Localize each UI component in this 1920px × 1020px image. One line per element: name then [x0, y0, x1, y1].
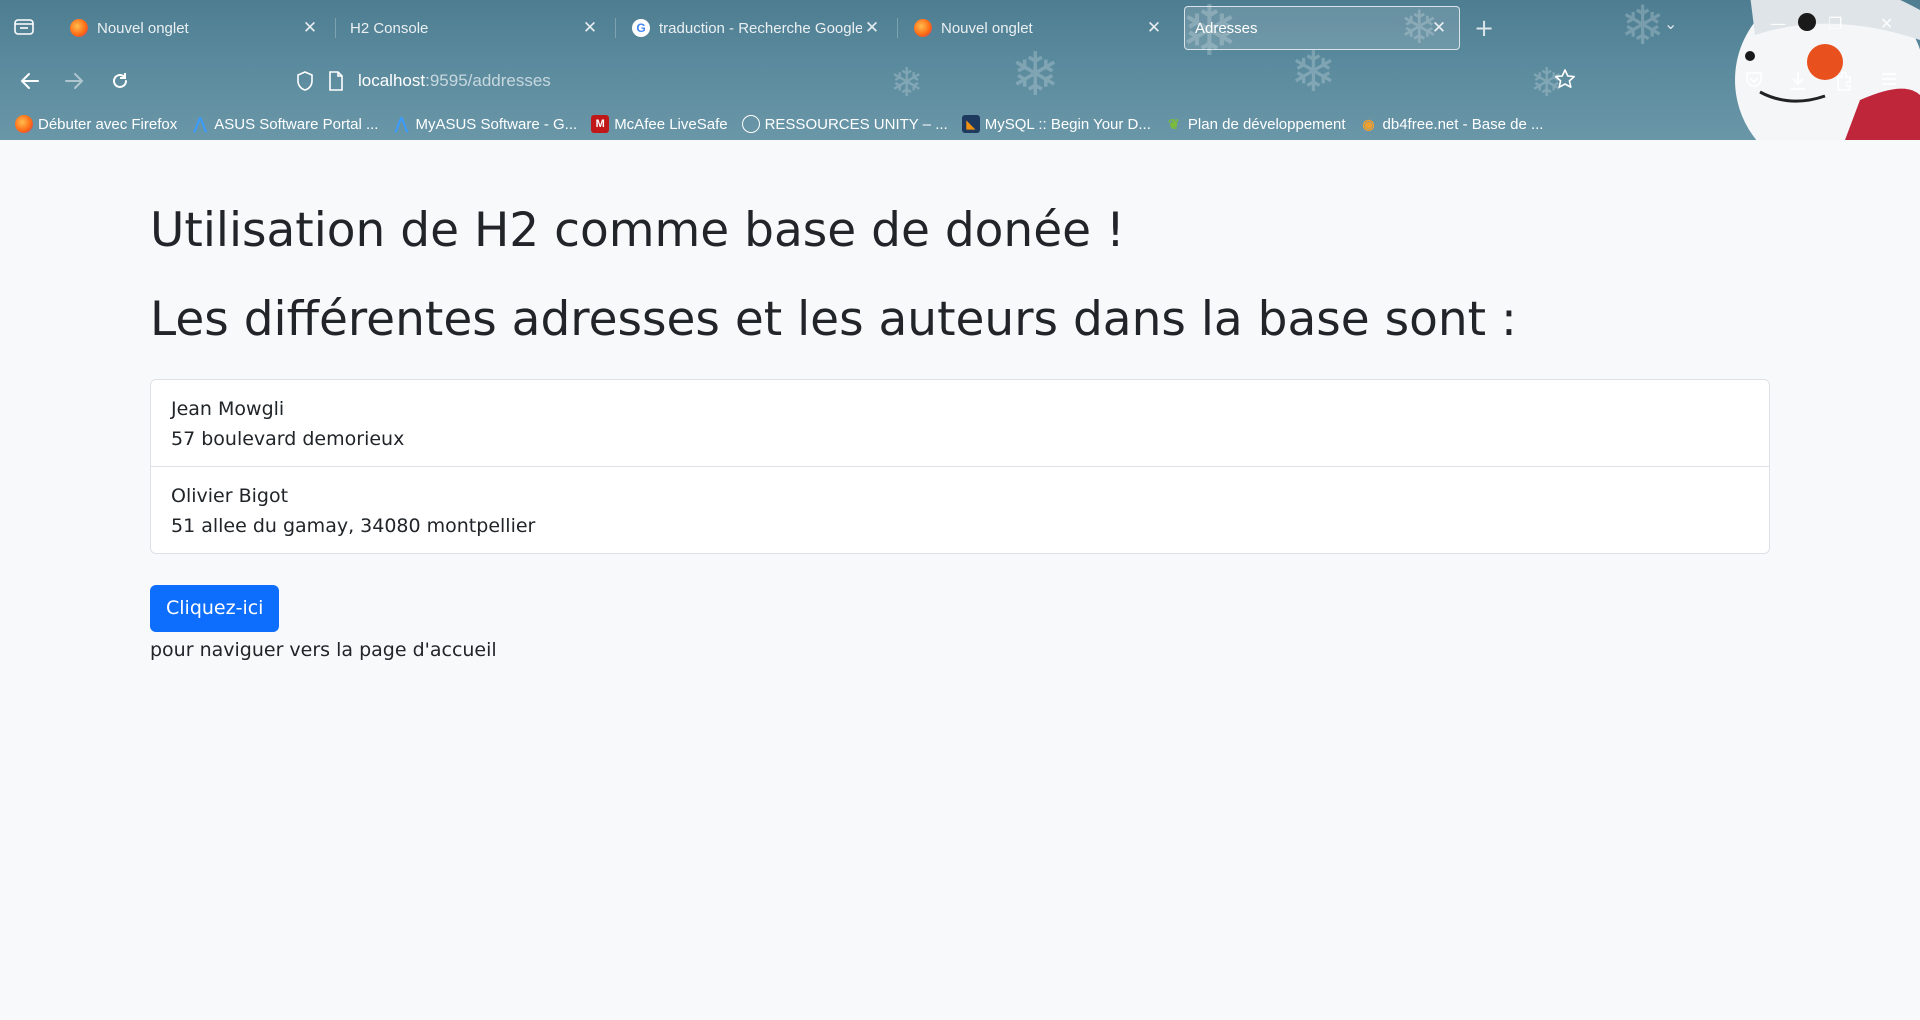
bookmark-label: ASUS Software Portal ... — [214, 115, 379, 133]
firefox-icon — [70, 19, 88, 37]
tab-strip: Nouvel onglet ✕ H2 Console ✕ G traductio… — [0, 0, 1920, 54]
bookmarks-toolbar: Débuter avec Firefox ⋀ ASUS Software Por… — [0, 110, 1920, 138]
tab-separator — [897, 18, 898, 38]
tab-nouvel-onglet-2[interactable]: Nouvel onglet ✕ — [904, 6, 1174, 50]
close-icon[interactable]: ✕ — [300, 18, 320, 38]
close-icon[interactable]: ✕ — [1429, 18, 1449, 38]
bookmark-ressources-unity[interactable]: RESSOURCES UNITY – ... — [741, 115, 948, 133]
author-name: Olivier Bigot — [171, 484, 289, 507]
chevron-down-icon[interactable]: ⌄ — [1664, 14, 1677, 33]
url-bar[interactable]: localhost:9595/addresses — [296, 64, 551, 98]
page-subtitle: Les différentes adresses et les auteurs … — [150, 292, 1517, 348]
bookmark-mysql[interactable]: ◣ MySQL :: Begin Your D... — [961, 115, 1151, 133]
tab-separator — [615, 18, 616, 38]
mysql-icon: ◣ — [961, 115, 980, 133]
bookmark-debuter-firefox[interactable]: Débuter avec Firefox — [15, 115, 177, 133]
bookmark-label: MyASUS Software - G... — [415, 115, 578, 133]
author-address: 51 allee du gamay, 34080 montpellier — [171, 514, 536, 537]
bookmark-label: db4free.net - Base de ... — [1382, 115, 1544, 133]
navigation-note: pour naviguer vers la page d'accueil — [150, 638, 497, 661]
pocket-icon[interactable] — [1744, 70, 1764, 94]
tab-title: traduction - Recherche Google — [659, 19, 862, 37]
asus-icon: ⋀ — [193, 116, 207, 133]
tab-title: Nouvel onglet — [97, 19, 189, 37]
tab-traduction[interactable]: G traduction - Recherche Google ✕ — [622, 6, 892, 50]
close-icon[interactable]: ✕ — [862, 18, 882, 38]
author-address: 57 boulevard demorieux — [171, 427, 405, 450]
firefox-icon — [15, 115, 33, 133]
page-icon — [328, 71, 344, 91]
reload-button[interactable] — [104, 66, 136, 96]
firefox-icon — [914, 19, 932, 37]
close-icon[interactable]: ✕ — [1144, 18, 1164, 38]
tab-adresses[interactable]: Adresses ✕ — [1184, 6, 1460, 50]
tab-nouvel-onglet-1[interactable]: Nouvel onglet ✕ — [60, 6, 330, 50]
address-list: Jean Mowgli 57 boulevard demorieux Olivi… — [150, 378, 1770, 554]
bookmark-label: MySQL :: Begin Your D... — [984, 115, 1151, 133]
tab-h2-console[interactable]: H2 Console ✕ — [340, 6, 610, 50]
author-name: Jean Mowgli — [171, 397, 285, 420]
mcafee-icon: M — [591, 115, 610, 133]
list-item: Olivier Bigot 51 allee du gamay, 34080 m… — [151, 465, 1769, 553]
bookmark-mcafee[interactable]: M McAfee LiveSafe — [591, 115, 728, 133]
shield-icon[interactable] — [296, 71, 314, 91]
arrow-right-icon — [65, 73, 84, 89]
bookmark-myasus[interactable]: ⋀ MyASUS Software - G... — [392, 115, 578, 134]
home-link-button[interactable]: Cliquez-ici — [150, 584, 280, 632]
reload-icon — [113, 73, 127, 88]
bookmark-db4free[interactable]: ◉ db4free.net - Base de ... — [1360, 115, 1544, 133]
bookmark-label: Plan de développement — [1187, 115, 1346, 133]
tab-list-icon — [14, 19, 34, 35]
tab-title: Nouvel onglet — [941, 19, 1033, 37]
navigation-bar: localhost:9595/addresses — [0, 58, 1920, 104]
tab-list-button[interactable] — [10, 14, 38, 40]
new-tab-icon[interactable]: + — [1474, 14, 1494, 42]
url-host: localhost — [358, 71, 426, 90]
asus-icon: ⋀ — [394, 116, 409, 133]
forward-button[interactable] — [58, 66, 90, 96]
close-window-icon[interactable]: ✕ — [1880, 14, 1893, 33]
url-path: :9595/addresses — [425, 71, 551, 90]
minimize-icon[interactable]: — — [1770, 14, 1786, 33]
db4free-icon: ◉ — [1362, 115, 1375, 132]
tab-separator — [335, 18, 336, 38]
bookmark-label: McAfee LiveSafe — [614, 115, 728, 133]
globe-icon — [741, 115, 760, 133]
close-icon[interactable]: ✕ — [580, 18, 600, 38]
tab-title: Adresses — [1195, 19, 1258, 37]
arrow-left-icon — [20, 73, 39, 89]
menu-icon[interactable] — [1880, 70, 1898, 92]
bookmark-label: Débuter avec Firefox — [38, 115, 178, 133]
extensions-icon[interactable] — [1834, 70, 1854, 96]
bookmark-asus-portal[interactable]: ⋀ ASUS Software Portal ... — [191, 115, 379, 134]
tab-title: H2 Console — [350, 19, 429, 37]
download-icon[interactable] — [1788, 70, 1808, 96]
restore-icon[interactable]: ❐ — [1828, 14, 1842, 33]
page-title: Utilisation de H2 comme base de donée ! — [150, 203, 1125, 258]
bookmark-star-icon[interactable] — [1554, 68, 1576, 94]
back-button[interactable] — [14, 66, 46, 96]
browser-chrome: ❄ ❄ ❄ ❄ ❄ ❄ ❄ Nouvel onglet ✕ H2 Console… — [0, 0, 1920, 140]
page-content: Utilisation de H2 comme base de donée ! … — [150, 140, 1770, 661]
list-item: Jean Mowgli 57 boulevard demorieux — [151, 380, 1769, 466]
google-icon: G — [632, 19, 650, 37]
leaf-icon: ❦ — [1168, 115, 1180, 132]
bookmark-label: RESSOURCES UNITY – ... — [764, 115, 948, 133]
bookmark-plan-developpement[interactable]: ❦ Plan de développement — [1165, 115, 1346, 133]
